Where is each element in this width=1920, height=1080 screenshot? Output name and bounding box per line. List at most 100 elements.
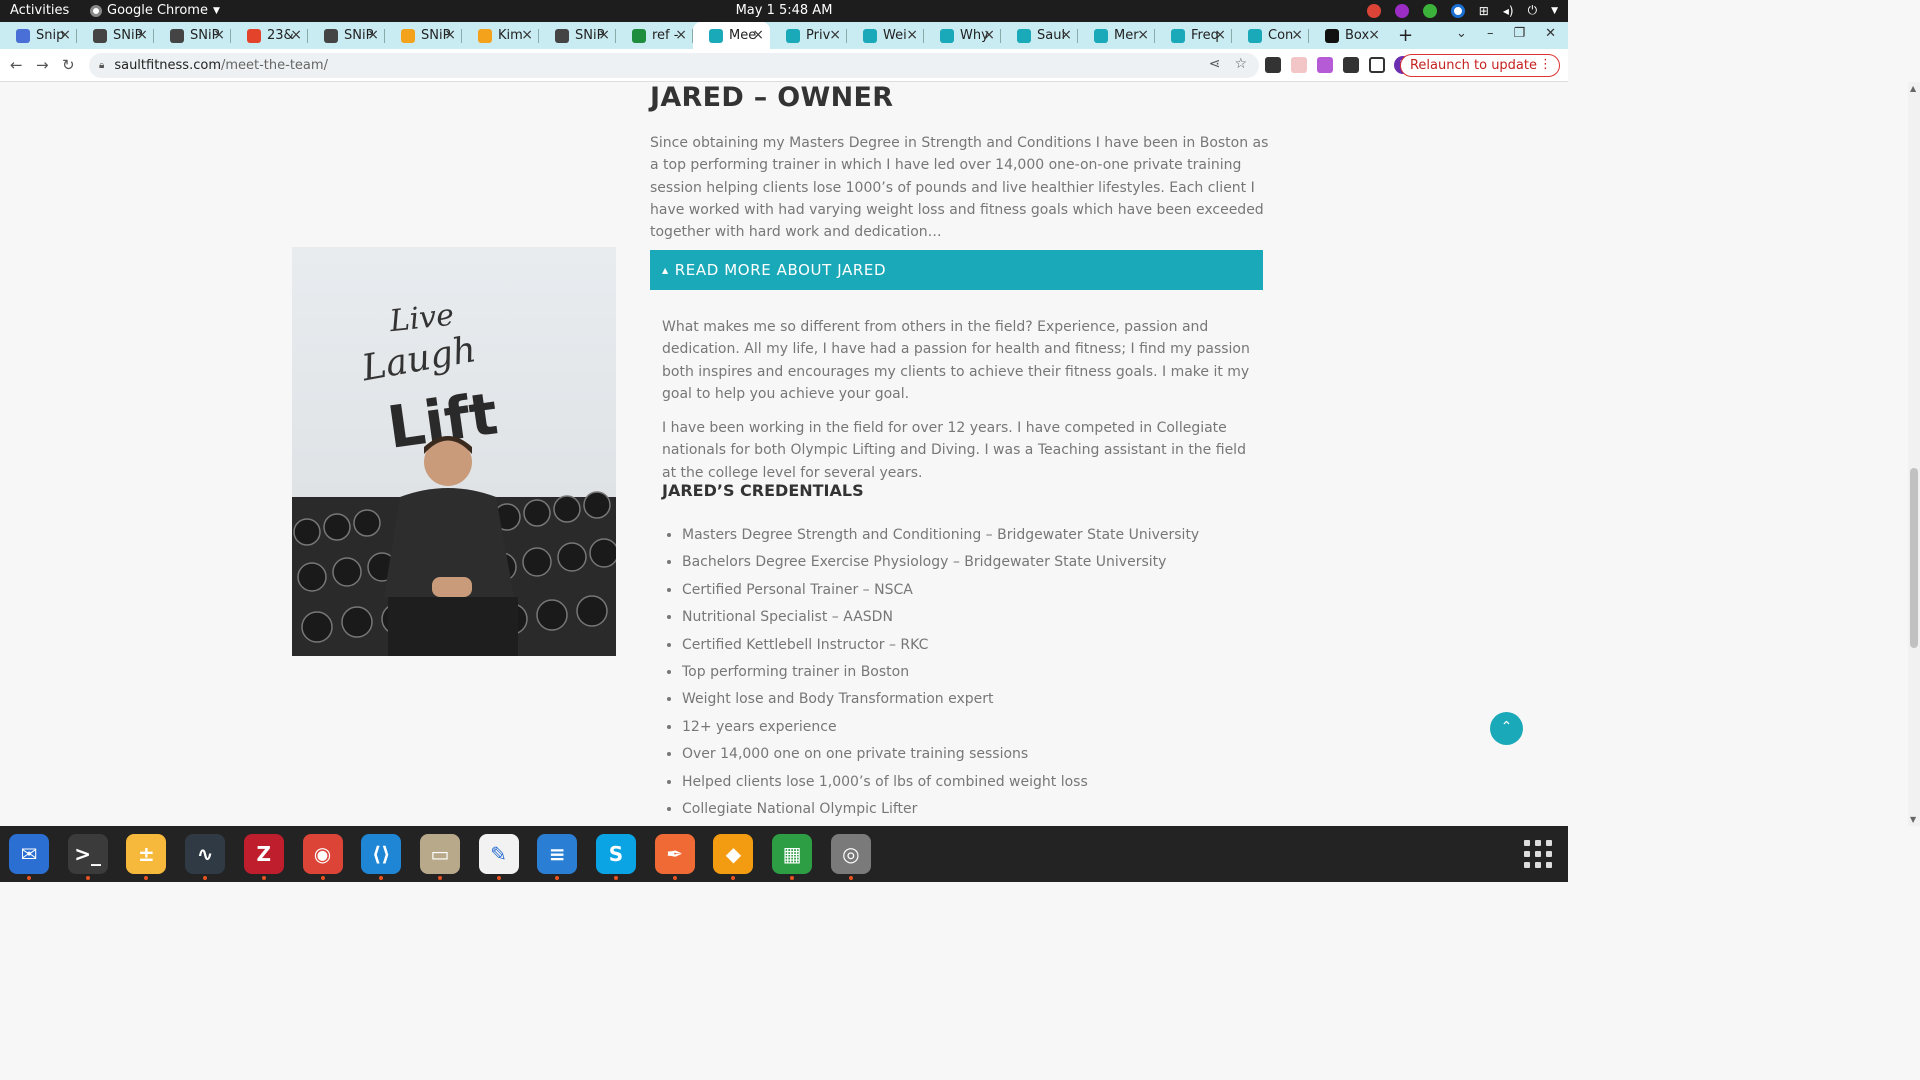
browser-tab[interactable]: Mee ×	[693, 22, 770, 49]
writer-icon[interactable]: ≡	[537, 834, 578, 880]
close-tab-icon[interactable]: ×	[290, 27, 302, 43]
forward-arrow-icon[interactable]: →	[36, 56, 49, 74]
xcode-tray-icon[interactable]	[1450, 3, 1465, 18]
close-tab-icon[interactable]: ×	[1137, 27, 1149, 43]
show-applications-button[interactable]	[1524, 840, 1552, 868]
browser-tab[interactable]: Mer ×	[1078, 22, 1155, 49]
close-window-icon[interactable]: ✕	[1545, 26, 1556, 41]
system-monitor-icon[interactable]: ∿	[185, 834, 226, 880]
close-tab-icon[interactable]: ×	[1060, 27, 1072, 43]
close-tab-icon[interactable]: ×	[213, 27, 225, 43]
close-tab-icon[interactable]: ×	[1368, 27, 1380, 43]
text-editor-icon[interactable]: ✎	[478, 834, 519, 880]
app-menu-label: Google Chrome	[107, 3, 208, 18]
lock-icon[interactable]: 🔒︎	[99, 60, 104, 71]
collapse-triangle-icon: ▲	[662, 265, 669, 275]
close-tab-icon[interactable]: ×	[136, 27, 148, 43]
tab-search-icon[interactable]: ⌄	[1456, 26, 1467, 41]
chevron-down-icon[interactable]: ▼	[1551, 6, 1558, 16]
browser-tab[interactable]: SNiP ×	[308, 22, 385, 49]
activities-button[interactable]: Activities	[10, 3, 69, 18]
side-panel-icon[interactable]	[1369, 57, 1385, 73]
chrome-icon[interactable]: ◉	[302, 834, 343, 880]
close-tab-icon[interactable]: ×	[367, 27, 379, 43]
chrome-tray-icon[interactable]	[1366, 3, 1381, 18]
close-tab-icon[interactable]: ×	[598, 27, 610, 43]
files-icon[interactable]: ▭	[419, 834, 460, 880]
credential-item: Nutritional Specialist – AASDN	[682, 608, 1199, 635]
close-tab-icon[interactable]: ×	[1214, 27, 1226, 43]
app-menu[interactable]: Google Chrome ▼	[90, 3, 220, 18]
scroll-down-arrow-icon[interactable]: ▼	[1910, 815, 1916, 824]
relaunch-button[interactable]: Relaunch to update ⋮	[1399, 54, 1560, 77]
dock-app-glyph: ▭	[419, 834, 460, 874]
calendar-extension-icon[interactable]	[1291, 57, 1307, 73]
calc-icon[interactable]: ▦	[772, 834, 813, 880]
photo-word-2: Laugh	[358, 329, 479, 389]
address-bar[interactable]: 🔒︎ saultfitness.com/meet-the-team/ ⋖ ☆	[89, 53, 1259, 78]
close-tab-icon[interactable]: ×	[906, 27, 918, 43]
close-tab-icon[interactable]: ×	[1291, 27, 1303, 43]
scrollbar-thumb[interactable]	[1910, 468, 1918, 648]
close-tab-icon[interactable]: ×	[983, 27, 995, 43]
browser-tab[interactable]: Wei ×	[847, 22, 924, 49]
browser-tab[interactable]: Snip ×	[0, 22, 77, 49]
volume-icon[interactable]: ◂)	[1503, 4, 1514, 18]
dock-app-glyph: ≡	[537, 834, 578, 874]
close-tab-icon[interactable]: ×	[59, 27, 71, 43]
system-tray: ⊞ ◂) ⏻ ▼	[1366, 3, 1558, 18]
browser-tab[interactable]: Why ×	[924, 22, 1001, 49]
browser-tab[interactable]: Box ×	[1309, 22, 1386, 49]
browser-tab[interactable]: Con ×	[1232, 22, 1309, 49]
terminal-icon[interactable]: >_	[67, 834, 108, 880]
browser-tab[interactable]: SNiP ×	[539, 22, 616, 49]
page-scrollbar[interactable]: ▲ ▼	[1908, 82, 1920, 826]
thunderbird-icon[interactable]: ✉	[9, 834, 49, 880]
back-arrow-icon[interactable]: ←	[10, 56, 23, 74]
disk-icon[interactable]: ◎	[830, 834, 871, 880]
new-tab-button[interactable]: +	[1398, 25, 1413, 46]
browser-tab[interactable]: 23& ×	[231, 22, 308, 49]
share-icon[interactable]: ⋖	[1209, 56, 1221, 72]
vscode-icon[interactable]: ⟨⟩	[361, 834, 402, 880]
close-tab-icon[interactable]: ×	[829, 27, 841, 43]
eyedropper-extension-icon[interactable]	[1265, 57, 1281, 73]
more-menu-icon[interactable]: ⋮	[1539, 57, 1552, 72]
read-more-toggle[interactable]: ▲ READ MORE ABOUT JARED	[650, 250, 1263, 290]
credential-item: Collegiate National Olympic Lifter	[682, 800, 1199, 826]
close-tab-icon[interactable]: ×	[521, 27, 533, 43]
inkscape-icon[interactable]: ✒	[654, 834, 695, 880]
sault-icon	[1171, 28, 1185, 43]
browser-tab[interactable]: Saul ×	[1001, 22, 1078, 49]
extensions-puzzle-icon[interactable]	[1343, 57, 1359, 73]
filezilla-icon[interactable]: Z	[243, 834, 284, 880]
scroll-up-arrow-icon[interactable]: ▲	[1910, 84, 1916, 93]
credential-item: Bachelors Degree Exercise Physiology – B…	[682, 553, 1199, 580]
browser-tab[interactable]: Freq ×	[1155, 22, 1232, 49]
credential-item: Certified Kettlebell Instructor – RKC	[682, 636, 1199, 663]
reload-icon[interactable]: ↻	[62, 56, 75, 74]
hotshots-icon[interactable]: ◆	[713, 834, 754, 880]
browser-tab[interactable]: SNiP ×	[154, 22, 231, 49]
clock[interactable]: May 1 5:48 AM	[0, 3, 1568, 18]
pen-extension-icon[interactable]	[1317, 57, 1333, 73]
skype-icon[interactable]: S	[596, 834, 636, 880]
color-picker-icon[interactable]	[1394, 3, 1409, 18]
browser-tab[interactable]: SNiP ×	[77, 22, 154, 49]
browser-tab[interactable]: ref - ×	[616, 22, 693, 49]
power-icon[interactable]: ⏻	[1528, 3, 1538, 18]
browser-tab[interactable]: Kim ×	[462, 22, 539, 49]
close-tab-icon[interactable]: ×	[752, 27, 764, 43]
restore-icon[interactable]: ❐	[1513, 26, 1525, 41]
calculator-icon[interactable]: ±	[126, 834, 167, 880]
browser-tab[interactable]: Priv ×	[770, 22, 847, 49]
dock-app-glyph: ✉	[9, 834, 49, 874]
check-icon[interactable]	[1422, 3, 1437, 18]
bookmark-star-icon[interactable]: ☆	[1234, 56, 1247, 72]
browser-tab[interactable]: SNiP ×	[385, 22, 462, 49]
close-tab-icon[interactable]: ×	[675, 27, 687, 43]
close-tab-icon[interactable]: ×	[444, 27, 456, 43]
minimize-icon[interactable]: –	[1487, 26, 1494, 41]
scroll-to-top-button[interactable]: ⌃	[1490, 712, 1523, 745]
network-icon[interactable]: ⊞	[1479, 4, 1489, 18]
